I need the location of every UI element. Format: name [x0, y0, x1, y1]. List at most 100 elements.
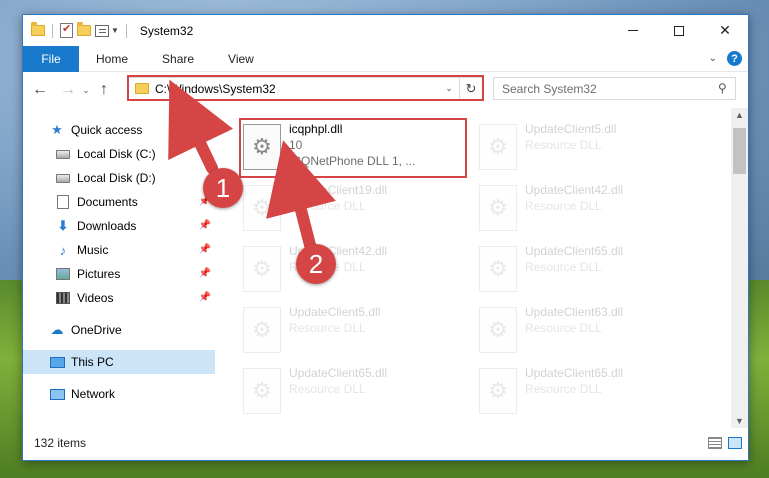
large-icons-view-icon[interactable] [728, 437, 742, 449]
file-item[interactable]: UpdateClient5.dll Resource DLL [479, 120, 707, 176]
main-area: ★ Quick access Local Disk (C:) Local Dis… [23, 108, 748, 428]
file-description: Resource DLL [289, 321, 366, 335]
dll-file-icon [243, 185, 281, 231]
scroll-thumb[interactable] [733, 128, 746, 174]
item-count: 132 items [34, 436, 87, 450]
sidebar-item-pictures[interactable]: Pictures 📌 [23, 262, 215, 286]
pictures-icon [55, 266, 71, 282]
window-title: System32 [139, 23, 194, 38]
dll-file-icon [479, 307, 517, 353]
pin-icon[interactable]: 📌 [199, 244, 211, 255]
file-item[interactable]: UpdateClient65.dll Resource DLL [243, 364, 471, 420]
vertical-scrollbar[interactable]: ▲ ▼ [731, 108, 748, 428]
file-item[interactable]: UpdateClient19.dll Resource DLL [243, 181, 471, 237]
close-button[interactable]: ✕ [702, 15, 748, 46]
new-folder-icon[interactable] [77, 22, 91, 36]
dll-file-icon [243, 368, 281, 414]
file-name: UpdateClient19.dll [289, 183, 388, 197]
file-highlight-box [239, 118, 467, 178]
address-highlight-box [127, 75, 484, 101]
drive-icon [55, 170, 71, 186]
pc-icon [49, 354, 65, 370]
sidebar-item-label: This PC [71, 355, 114, 369]
tab-view[interactable]: View [211, 46, 271, 72]
sidebar-item-this-pc[interactable]: This PC [23, 350, 215, 374]
file-item[interactable]: UpdateClient65.dll Resource DLL [479, 364, 707, 420]
file-description: Resource DLL [525, 321, 602, 335]
sidebar-item-local-disk-d[interactable]: Local Disk (D:) [23, 166, 215, 190]
sidebar-item-label: OneDrive [71, 323, 122, 337]
navigation-bar: ← → ⌄ ↑ C:\Windows\System32 ⌄ ↻ Search S… [23, 72, 748, 108]
minimize-icon [628, 30, 638, 31]
sidebar-item-label: Network [71, 387, 116, 401]
file-description: Resource DLL [289, 382, 366, 396]
file-item[interactable]: UpdateClient5.dll Resource DLL [243, 303, 471, 359]
help-icon[interactable]: ? [727, 51, 742, 66]
sidebar-item-local-disk-c[interactable]: Local Disk (C:) [23, 142, 215, 166]
sidebar-item-downloads[interactable]: ⬇ Downloads 📌 [23, 214, 215, 238]
up-button[interactable]: ↑ [93, 81, 115, 99]
file-item[interactable]: UpdateClient42.dllResource DLL [479, 181, 707, 237]
file-item[interactable]: UpdateClient65.dll Resource DLL [479, 242, 707, 298]
expand-ribbon-icon[interactable]: ⌄ [709, 53, 717, 64]
search-icon[interactable]: ⚲ [718, 81, 727, 95]
view-options-icon[interactable] [95, 24, 109, 37]
quick-access-toolbar: ▼ [31, 22, 130, 38]
sidebar-item-label: Local Disk (C:) [77, 147, 156, 161]
maximize-button[interactable] [656, 15, 702, 46]
music-icon: ♪ [59, 242, 67, 258]
dll-file-icon [479, 185, 517, 231]
star-icon: ★ [51, 122, 63, 137]
onedrive-icon: ☁ [50, 322, 64, 337]
toolbar-divider [125, 23, 127, 38]
sidebar-item-network[interactable]: Network [23, 382, 215, 406]
scroll-down-icon[interactable]: ▼ [735, 416, 744, 426]
dll-file-icon [479, 246, 517, 292]
step-1-badge: 1 [203, 168, 243, 208]
file-item[interactable]: UpdateClient42.dllResource DLL [243, 242, 471, 298]
file-description: Resource DLL [525, 382, 602, 396]
tab-share[interactable]: Share [145, 46, 211, 72]
sidebar-item-documents[interactable]: Documents 📌 [23, 190, 215, 214]
search-placeholder: Search System32 [502, 81, 597, 96]
recent-locations-dropdown[interactable]: ⌄ [79, 85, 93, 96]
sidebar-item-music[interactable]: ♪ Music 📌 [23, 238, 215, 262]
dll-file-icon [479, 124, 517, 170]
file-name: UpdateClient63.dll [525, 305, 624, 319]
properties-icon[interactable] [60, 22, 73, 38]
sidebar-item-videos[interactable]: Videos 📌 [23, 286, 215, 310]
file-item[interactable]: UpdateClient63.dll Resource DLL [479, 303, 707, 359]
sidebar-item-label: Local Disk (D:) [77, 171, 156, 185]
file-list: icqphpl.dll 10 ICQNetPhone DLL 1, ... Up… [215, 108, 748, 428]
tab-file[interactable]: File [23, 45, 79, 72]
search-input[interactable]: Search System32 ⚲ [493, 77, 736, 100]
title-bar[interactable]: ▼ System32 ✕ [23, 15, 748, 46]
status-bar: 132 items [23, 426, 748, 460]
dll-file-icon [479, 368, 517, 414]
ribbon-right-controls: ⌄ ? [709, 51, 742, 66]
sidebar-item-onedrive[interactable]: ☁ OneDrive [23, 318, 215, 342]
minimize-button[interactable] [610, 15, 656, 46]
sidebar-item-label: Downloads [77, 219, 137, 233]
back-button[interactable]: ← [29, 81, 51, 99]
pin-icon[interactable]: 📌 [199, 220, 211, 231]
tab-home[interactable]: Home [79, 46, 145, 72]
sidebar-item-quick-access[interactable]: ★ Quick access [23, 118, 215, 142]
scroll-up-icon[interactable]: ▲ [735, 110, 744, 120]
customize-toolbar-dropdown[interactable]: ▼ [111, 26, 119, 35]
forward-button[interactable]: → [57, 81, 79, 99]
file-description: Resource DLL [289, 199, 366, 213]
dll-file-icon [243, 307, 281, 353]
network-icon [49, 386, 65, 402]
sidebar-item-label: Quick access [71, 123, 143, 137]
videos-icon [55, 290, 71, 306]
toolbar-divider [52, 23, 53, 38]
window-controls: ✕ [610, 15, 748, 46]
downloads-icon: ⬇ [57, 218, 69, 233]
ribbon-tabs: File Home Share View ⌄ ? [23, 45, 748, 72]
file-description: Resource DLL [525, 138, 602, 152]
details-view-icon[interactable] [708, 437, 722, 449]
sidebar-item-label: Videos [77, 291, 114, 305]
pin-icon[interactable]: 📌 [199, 292, 211, 303]
pin-icon[interactable]: 📌 [199, 268, 211, 279]
